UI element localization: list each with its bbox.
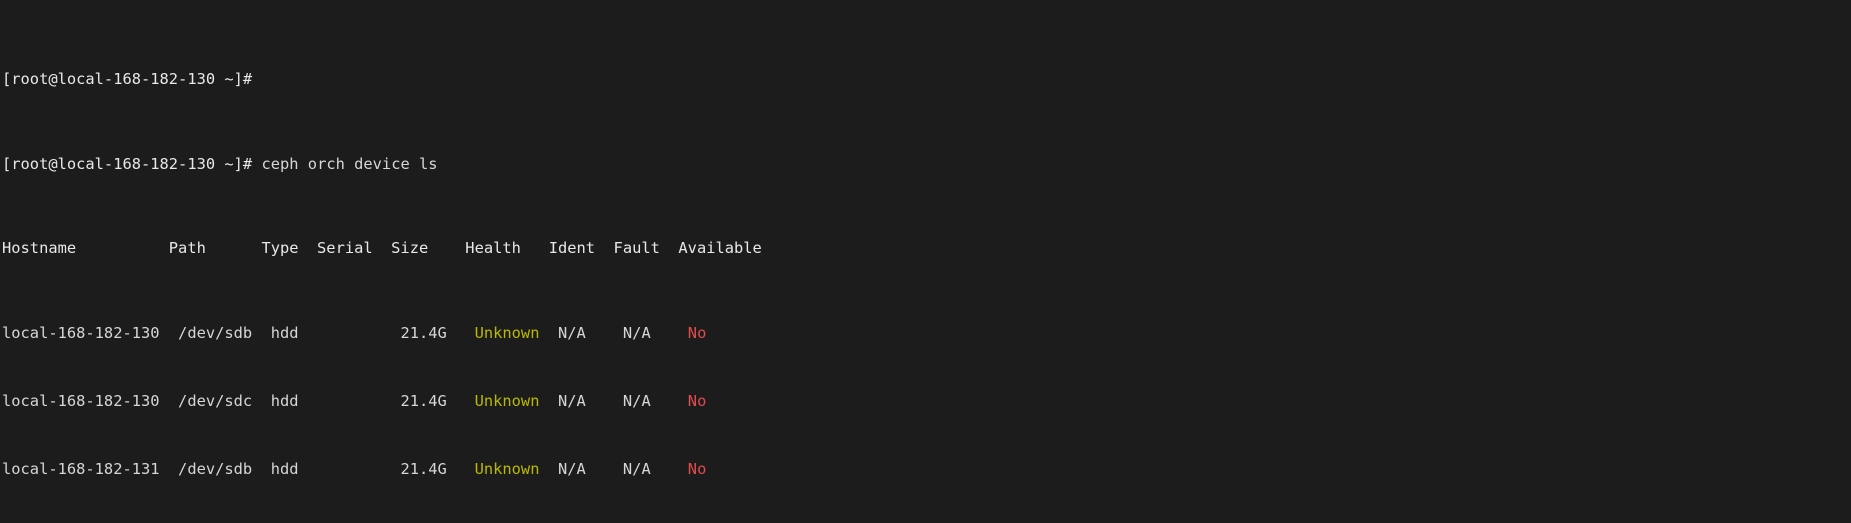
- cell-ident: N/A: [558, 392, 586, 410]
- terminal-line-prompt-empty: [root@local-168-182-130 ~]#: [2, 71, 1851, 88]
- cell-available: No: [688, 324, 707, 342]
- table-row: local-168-182-130 /dev/sdb hdd 21.4G Unk…: [2, 325, 1851, 342]
- cell-health: Unknown: [475, 324, 540, 342]
- cell-health: Unknown: [475, 460, 540, 478]
- cell-size: 21.4G: [400, 324, 446, 342]
- cell-ident: N/A: [558, 460, 586, 478]
- cell-available: No: [688, 392, 707, 410]
- cell-available: No: [688, 460, 707, 478]
- cell-health: Unknown: [475, 392, 540, 410]
- cell-fault: N/A: [623, 460, 651, 478]
- cell-size: 21.4G: [400, 460, 446, 478]
- table-row: local-168-182-131 /dev/sdb hdd 21.4G Unk…: [2, 461, 1851, 478]
- terminal-window[interactable]: [root@local-168-182-130 ~]# [root@local-…: [0, 0, 1851, 523]
- narrow-table-header: Hostname Path Type Serial Size Health Id…: [2, 240, 1851, 257]
- terminal-line-command-1: [root@local-168-182-130 ~]# ceph orch de…: [2, 156, 1851, 173]
- shell-prompt: [root@local-168-182-130 ~]#: [2, 155, 252, 173]
- cell-fault: N/A: [623, 324, 651, 342]
- cell-fault: N/A: [623, 392, 651, 410]
- cell-size: 21.4G: [400, 392, 446, 410]
- table-row: local-168-182-130 /dev/sdc hdd 21.4G Unk…: [2, 393, 1851, 410]
- command-text: ceph orch device ls: [261, 155, 437, 173]
- shell-prompt: [root@local-168-182-130 ~]#: [2, 70, 252, 88]
- cell-ident: N/A: [558, 324, 586, 342]
